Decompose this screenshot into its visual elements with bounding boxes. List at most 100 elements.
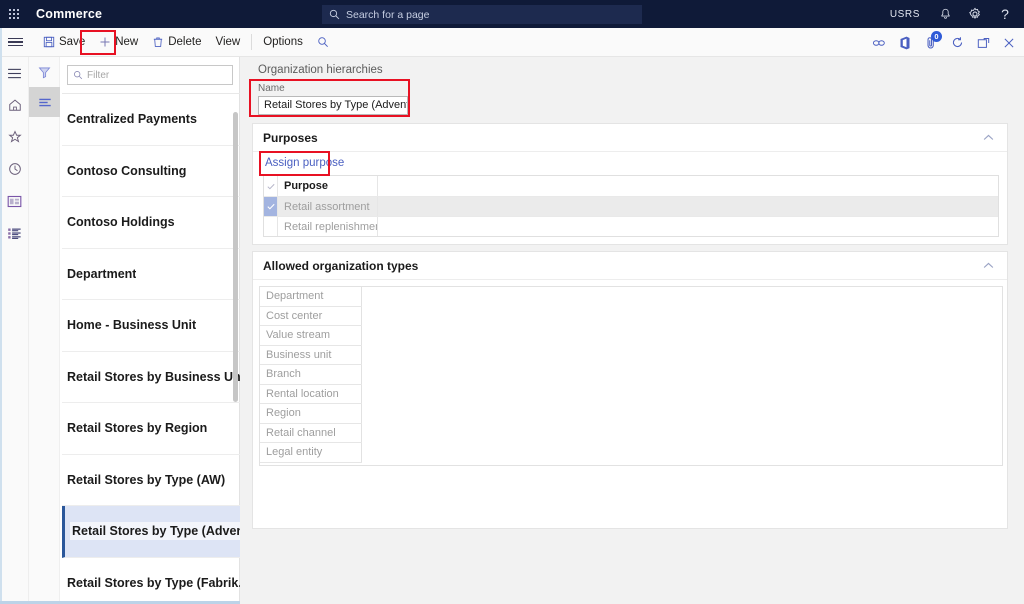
list-item-label: Retail Stores by Region: [67, 421, 208, 436]
list-item-label: Retail Stores by Type (Advent: [70, 522, 240, 541]
allowed-types-section-header: Allowed organization types: [253, 252, 1007, 280]
purposes-grid-header: Purpose: [264, 176, 998, 196]
purpose-name-cell[interactable]: Retail replenishment: [278, 217, 378, 236]
name-input[interactable]: Retail Stores by Type (Adventur...: [258, 96, 408, 115]
list-item[interactable]: Home - Business Unit: [62, 300, 240, 352]
purposes-column-header[interactable]: Purpose: [278, 176, 378, 196]
new-button[interactable]: New: [92, 31, 145, 53]
modules-list-icon[interactable]: [0, 217, 29, 249]
window-left-edge: [0, 28, 2, 604]
purpose-name-cell[interactable]: Retail assortment: [278, 197, 378, 216]
record-list-inner: Centralized Payments Contoso Consulting Co…: [62, 94, 240, 604]
left-navigation-rail: [0, 57, 29, 604]
allowed-types-column: Department Cost center Value stream Busines…: [260, 287, 362, 463]
app-window: Commerce Search for a page USRS ? Save N…: [0, 0, 1024, 604]
filter-placeholder: Filter: [87, 69, 110, 81]
list-item-label: Contoso Consulting: [67, 163, 187, 178]
top-right-actions: USRS ?: [880, 0, 1020, 28]
record-list-scrollbar[interactable]: [233, 112, 238, 402]
allowed-type-row[interactable]: Retail channel: [260, 424, 362, 443]
allowed-type-row[interactable]: Value stream: [260, 326, 362, 346]
search-icon: [318, 37, 328, 47]
allowed-type-row[interactable]: Cost center: [260, 307, 362, 326]
global-search-input[interactable]: Search for a page: [322, 5, 642, 24]
attachments-icon[interactable]: 0: [918, 28, 944, 57]
view-button[interactable]: View: [208, 31, 247, 53]
list-item[interactable]: Contoso Consulting: [62, 146, 240, 197]
trash-icon: [154, 37, 163, 47]
attachments-badge: 0: [931, 31, 942, 42]
settings-gear-icon[interactable]: [960, 0, 990, 28]
allowed-type-row[interactable]: Business unit: [260, 346, 362, 365]
office-app-icon[interactable]: [892, 28, 918, 57]
save-button[interactable]: Save: [36, 31, 92, 53]
allowed-type-row[interactable]: Department: [260, 287, 362, 307]
filter-input[interactable]: Filter: [67, 65, 233, 85]
allowed-type-row[interactable]: Branch: [260, 365, 362, 385]
purposes-title: Purposes: [263, 130, 318, 145]
search-icon: [329, 9, 340, 20]
allowed-type-row[interactable]: Region: [260, 404, 362, 424]
list-item[interactable]: Department: [62, 249, 240, 300]
nav-expand-icon[interactable]: [0, 57, 29, 89]
filter-field: Filter: [67, 65, 233, 85]
purposes-section-header: Purposes: [253, 124, 1007, 152]
main-content: Organization hierarchies Name Retail Sto…: [240, 57, 1024, 604]
name-field-group: Name Retail Stores by Type (Adventur...: [258, 83, 408, 115]
filter-funnel-icon[interactable]: [29, 57, 60, 87]
command-bar-right-icons: 0: [866, 28, 1022, 57]
recent-clock-icon[interactable]: [0, 153, 29, 185]
row-checkbox-checked[interactable]: [264, 197, 278, 216]
list-item-label: Centralized Payments: [67, 112, 197, 127]
record-list-panel: Filter Centralized Payments Contoso Consu…: [29, 57, 240, 604]
table-row[interactable]: Retail assortment: [264, 196, 998, 216]
save-disk-icon: [43, 36, 55, 48]
list-item-label: Department: [67, 266, 137, 281]
refresh-icon[interactable]: [944, 28, 970, 57]
delete-button-label: Delete: [168, 36, 202, 48]
options-button[interactable]: Options: [256, 31, 310, 53]
top-navigation-bar: Commerce Search for a page USRS ?: [0, 0, 1024, 28]
assign-purpose-link[interactable]: Assign purpose: [265, 157, 344, 169]
search-icon: [74, 71, 83, 80]
checkmark-icon[interactable]: [264, 176, 278, 196]
name-field-label: Name: [258, 83, 285, 94]
allowed-type-row[interactable]: Legal entity: [260, 443, 362, 463]
command-separator: [251, 34, 253, 50]
list-item[interactable]: Retail Stores by Type (AW): [62, 455, 240, 506]
plus-icon: [100, 37, 110, 47]
list-item[interactable]: Contoso Holdings: [62, 197, 240, 249]
list-details-icon[interactable]: [29, 87, 60, 117]
save-button-label: Save: [59, 36, 86, 48]
list-item[interactable]: Centralized Payments: [62, 94, 240, 146]
share-link-icon[interactable]: [866, 28, 892, 57]
delete-button[interactable]: Delete: [145, 31, 208, 53]
list-item[interactable]: Retail Stores by Type (Fabrik..: [62, 558, 240, 604]
record-list[interactable]: Centralized Payments Contoso Consulting Co…: [62, 93, 240, 604]
options-button-label: Options: [263, 36, 303, 48]
close-icon[interactable]: [996, 28, 1022, 57]
hamburger-menu-icon[interactable]: [0, 28, 30, 57]
chevron-up-icon[interactable]: [981, 131, 995, 145]
favorites-star-icon[interactable]: [0, 121, 29, 153]
purposes-section: Purposes Assign purpose Purpose Retail a…: [252, 123, 1008, 245]
list-tool-strip: [29, 57, 60, 604]
chevron-up-icon[interactable]: [981, 259, 995, 273]
help-question-icon[interactable]: ?: [990, 0, 1020, 28]
home-icon[interactable]: [0, 89, 29, 121]
list-item-label: Retail Stores by Type (Fabrik..: [67, 575, 240, 590]
list-item-selected[interactable]: Retail Stores by Type (Advent: [62, 506, 240, 558]
popout-window-icon[interactable]: [970, 28, 996, 57]
list-item-label: Contoso Holdings: [67, 215, 175, 230]
list-item[interactable]: Retail Stores by Region: [62, 403, 240, 455]
table-row[interactable]: Retail replenishment: [264, 216, 998, 236]
breadcrumb[interactable]: Organization hierarchies: [258, 64, 383, 76]
command-search-button[interactable]: [310, 31, 336, 53]
workspaces-icon[interactable]: [0, 185, 29, 217]
row-checkbox-unchecked[interactable]: [264, 217, 278, 236]
allowed-type-row[interactable]: Rental location: [260, 385, 362, 404]
app-launcher-icon[interactable]: [0, 0, 28, 28]
list-item[interactable]: Retail Stores by Business Unit: [62, 352, 240, 403]
notifications-bell-icon[interactable]: [930, 0, 960, 28]
user-initials[interactable]: USRS: [880, 9, 930, 20]
